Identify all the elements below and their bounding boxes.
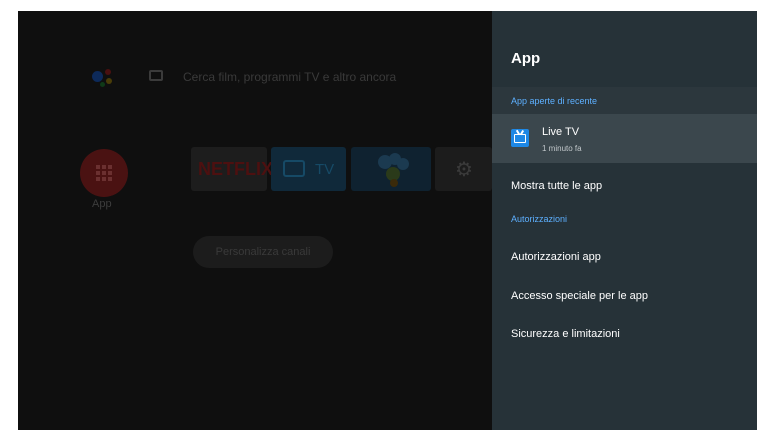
live-tv-icon	[511, 129, 529, 147]
apps-button[interactable]	[80, 149, 128, 197]
show-all-apps-item[interactable]: Mostra tutte le app	[511, 180, 602, 192]
home-screen-dimmed: Cerca film, programmi TV e altro ancora …	[18, 11, 492, 430]
tv-tile-label: TV	[315, 161, 335, 178]
apps-label: App	[92, 198, 112, 210]
app-last-opened: 1 minuto fa	[542, 144, 582, 153]
tv-tile[interactable]: TV	[271, 147, 346, 191]
search-placeholder[interactable]: Cerca film, programmi TV e altro ancora	[183, 70, 396, 84]
app-permissions-item[interactable]: Autorizzazioni app	[511, 251, 601, 263]
tv-icon	[283, 160, 305, 177]
google-assistant-icon[interactable]	[92, 67, 126, 93]
game-artwork-icon	[378, 153, 409, 187]
recent-section-header: App aperte di recente	[492, 87, 757, 114]
special-app-access-item[interactable]: Accesso speciale per le app	[511, 290, 648, 302]
netflix-logo: NETFLIX	[198, 159, 273, 179]
permissions-section-label: Autorizzazioni	[511, 214, 568, 224]
recent-app-live-tv[interactable]: Live TV 1 minuto fa	[492, 114, 757, 163]
keyboard-icon[interactable]	[149, 70, 163, 81]
security-restrictions-item[interactable]: Sicurezza e limitazioni	[511, 328, 620, 340]
game-tile[interactable]	[351, 147, 431, 191]
grid-icon	[96, 165, 112, 181]
recent-section-label: App aperte di recente	[511, 96, 598, 106]
gear-icon: ⚙	[455, 159, 473, 181]
panel-title: App	[511, 50, 541, 67]
apps-side-panel: App App aperte di recente Live TV 1 minu…	[492, 11, 757, 430]
app-name: Live TV	[542, 126, 580, 138]
customize-channels-button[interactable]: Personalizza canali	[193, 236, 333, 268]
netflix-tile[interactable]: NETFLIX	[191, 147, 273, 191]
tv-screen: Cerca film, programmi TV e altro ancora …	[18, 11, 757, 430]
settings-tile[interactable]: ⚙	[435, 147, 492, 191]
